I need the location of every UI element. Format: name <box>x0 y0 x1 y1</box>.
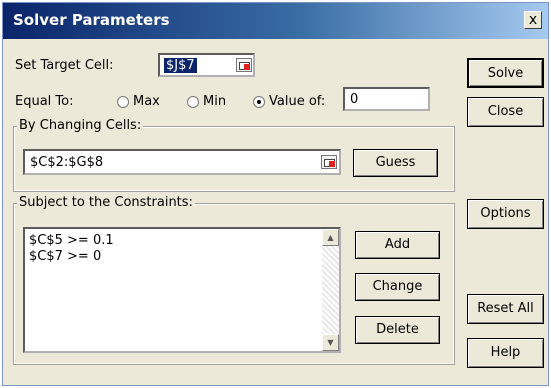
close-icon[interactable]: x <box>524 11 542 29</box>
dialog-title: Solver Parameters <box>13 11 170 29</box>
equal-to-label: Equal To: <box>15 94 74 109</box>
constraint-item[interactable]: $C$7 >= 0 <box>29 249 101 264</box>
scroll-down-icon[interactable]: ▼ <box>322 334 339 351</box>
value-of-field[interactable]: 0 <box>343 87 430 111</box>
radio-min[interactable] <box>187 96 199 108</box>
radio-max-label: Max <box>133 94 160 109</box>
title-bar[interactable]: Solver Parameters x <box>3 3 548 39</box>
reset-all-button-label: Reset All <box>477 301 534 316</box>
radio-value-of-label: Value of: <box>269 94 326 109</box>
options-button-label: Options <box>480 206 531 221</box>
solve-button-label: Solve <box>487 66 524 81</box>
changing-cells-value: $C$2:$G$8 <box>30 155 104 170</box>
help-button-label: Help <box>490 345 521 360</box>
changing-cells-label: By Changing Cells: <box>17 118 144 133</box>
delete-button[interactable]: Delete <box>355 316 440 344</box>
guess-button[interactable]: Guess <box>353 149 438 177</box>
close-button-label: Close <box>487 104 524 119</box>
solve-button[interactable]: Solve <box>467 58 544 88</box>
target-cell-field[interactable]: $J$7 <box>158 53 255 77</box>
change-button[interactable]: Change <box>355 273 440 301</box>
guess-button-label: Guess <box>375 155 416 170</box>
radio-max[interactable] <box>117 96 129 108</box>
solver-dialog: Solver Parameters x Set Target Cell: $J$… <box>2 2 549 386</box>
constraints-label: Subject to the Constraints: <box>17 195 195 210</box>
change-button-label: Change <box>372 279 423 294</box>
radio-min-label: Min <box>203 94 227 109</box>
reset-all-button[interactable]: Reset All <box>467 294 544 324</box>
add-button-label: Add <box>384 237 411 252</box>
delete-button-label: Delete <box>376 322 419 337</box>
target-cell-value: $J$7 <box>164 58 197 73</box>
options-button[interactable]: Options <box>467 199 544 229</box>
scroll-up-icon[interactable]: ▲ <box>322 229 339 246</box>
add-button[interactable]: Add <box>355 231 440 259</box>
constraints-scrollbar[interactable]: ▲ ▼ <box>322 229 339 351</box>
constraints-list[interactable]: $C$5 >= 0.1 $C$7 >= 0 ▲ ▼ <box>23 227 341 353</box>
range-picker-icon[interactable] <box>236 58 252 72</box>
close-button[interactable]: Close <box>467 97 544 127</box>
value-of-text: 0 <box>350 92 359 107</box>
constraint-item[interactable]: $C$5 >= 0.1 <box>29 233 114 248</box>
range-picker-icon[interactable] <box>321 155 337 169</box>
help-button[interactable]: Help <box>467 338 544 368</box>
target-cell-label: Set Target Cell: <box>15 58 114 73</box>
radio-value-of[interactable] <box>253 96 265 108</box>
changing-cells-field[interactable]: $C$2:$G$8 <box>23 149 341 175</box>
